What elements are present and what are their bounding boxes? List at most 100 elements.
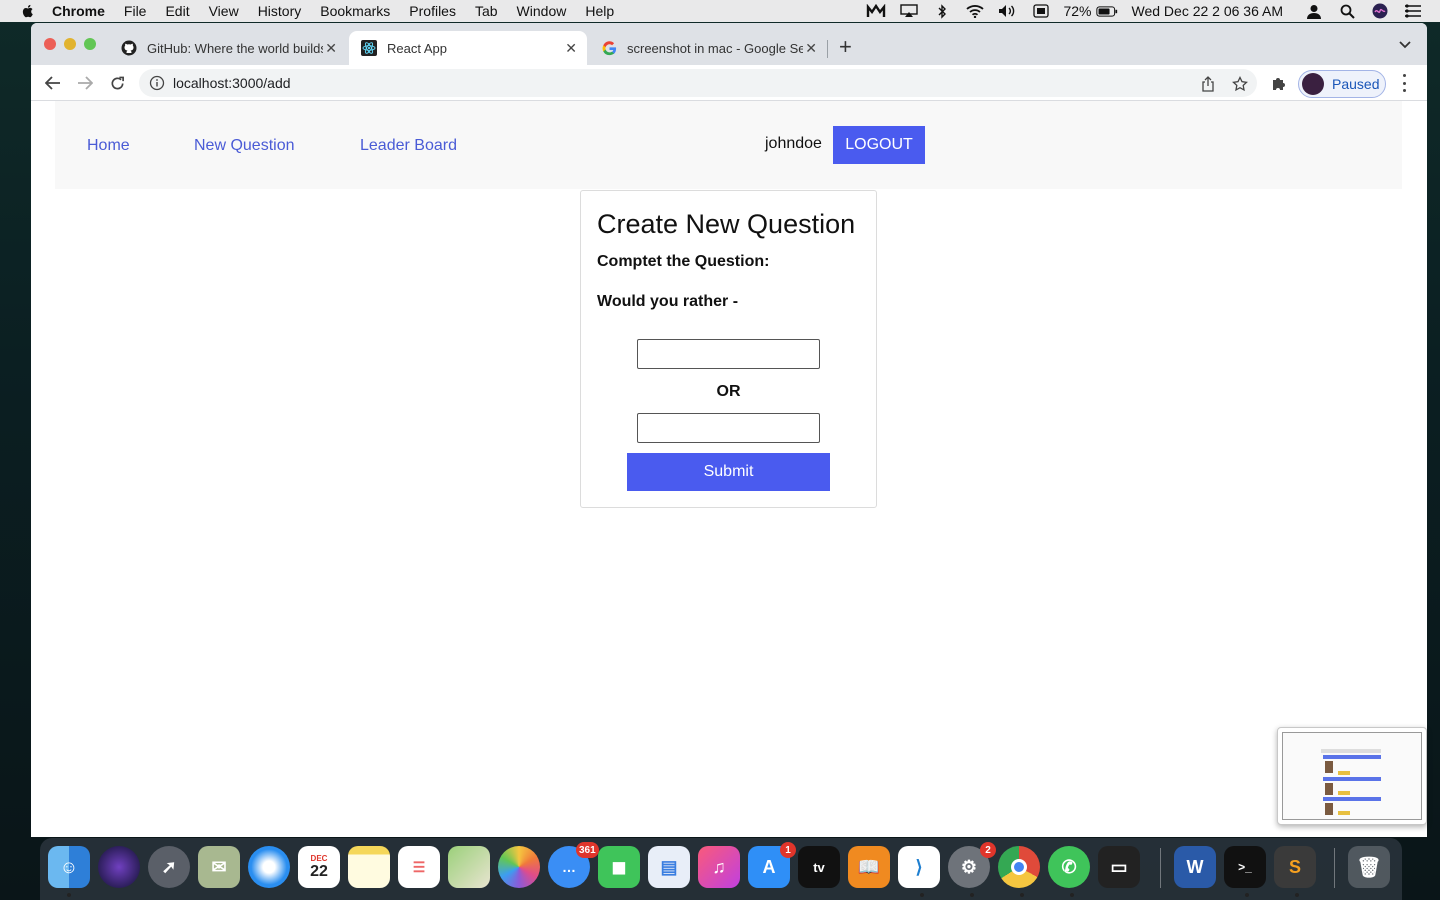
apple-logo-icon[interactable]: [20, 3, 36, 19]
browser-toolbar: localhost:3000/add Paused: [31, 65, 1427, 101]
user-icon[interactable]: [1303, 3, 1325, 19]
share-icon[interactable]: [1199, 75, 1217, 93]
google-icon: [601, 40, 617, 56]
menu-file[interactable]: File: [124, 3, 147, 19]
page-title: Create New Question: [597, 209, 856, 239]
more-menu-icon[interactable]: [1397, 74, 1411, 92]
menu-tab[interactable]: Tab: [475, 3, 498, 19]
running-indicator: [1245, 893, 1249, 897]
chrome-icon[interactable]: [998, 846, 1040, 888]
logout-button[interactable]: LOGOUT: [833, 126, 925, 164]
menu-history[interactable]: History: [258, 3, 302, 19]
mail-stamp-icon[interactable]: ✉: [198, 846, 240, 888]
profile-button[interactable]: Paused: [1298, 70, 1386, 98]
screenshot-thumbnail[interactable]: [1277, 727, 1427, 825]
macos-menu-bar: Chrome File Edit View History Bookmarks …: [0, 0, 1440, 22]
siri-icon[interactable]: [1369, 3, 1391, 19]
battery-percent: 72%: [1063, 3, 1092, 19]
keynote-icon[interactable]: ▤: [648, 846, 690, 888]
external-display-icon[interactable]: ▭: [1098, 846, 1140, 888]
react-icon: [361, 40, 377, 56]
photos-icon[interactable]: [498, 846, 540, 888]
window-controls: [44, 38, 104, 50]
close-tab-icon[interactable]: ✕: [805, 40, 817, 57]
notes-icon[interactable]: [348, 846, 390, 888]
menu-edit[interactable]: Edit: [165, 3, 189, 19]
trash-icon[interactable]: 🗑: [1348, 846, 1390, 888]
whatsapp-icon[interactable]: ✆: [1048, 846, 1090, 888]
keyboard-input-icon[interactable]: [1030, 3, 1052, 19]
volume-icon[interactable]: [997, 3, 1019, 19]
wifi-icon[interactable]: [964, 3, 986, 19]
browser-window: GitHub: Where the world builds ✕ React A…: [31, 23, 1427, 837]
facetime-icon[interactable]: ◼: [598, 846, 640, 888]
back-arrow-icon[interactable]: [43, 73, 63, 93]
close-tab-icon[interactable]: ✕: [325, 40, 337, 57]
new-question-card: Create New Question Comptet the Question…: [580, 190, 877, 508]
battery-icon[interactable]: [1095, 3, 1118, 19]
microsoft-word-icon[interactable]: W: [1174, 846, 1216, 888]
reload-icon[interactable]: [107, 73, 127, 93]
nav-leader-board-link[interactable]: Leader Board: [360, 137, 457, 155]
finder-icon[interactable]: ☺: [48, 846, 90, 888]
spotlight-search-icon[interactable]: [1336, 3, 1358, 19]
close-tab-icon[interactable]: ✕: [565, 40, 577, 57]
tab-google-search[interactable]: screenshot in mac - Google Se ✕: [589, 31, 827, 65]
dock-divider: [1334, 848, 1335, 888]
menu-window[interactable]: Window: [517, 3, 567, 19]
reminders-icon[interactable]: ☰: [398, 846, 440, 888]
extensions-puzzle-icon[interactable]: [1269, 73, 1289, 93]
menu-help[interactable]: Help: [585, 3, 614, 19]
option-one-input[interactable]: [637, 339, 820, 369]
menu-view[interactable]: View: [209, 3, 239, 19]
forward-arrow-icon[interactable]: [75, 73, 95, 93]
launchpad-rocket-icon[interactable]: ➚: [148, 846, 190, 888]
tab-github[interactable]: GitHub: Where the world builds ✕: [109, 31, 347, 65]
malwarebytes-icon[interactable]: [865, 3, 887, 19]
submit-button[interactable]: Submit: [627, 453, 830, 491]
running-indicator: [1070, 893, 1074, 897]
siri-icon[interactable]: [98, 846, 140, 888]
control-center-icon[interactable]: [1402, 3, 1424, 19]
running-indicator: [970, 893, 974, 897]
new-tab-plus-icon[interactable]: +: [839, 36, 852, 58]
system-preferences-badge: 2: [980, 842, 996, 858]
option-two-input[interactable]: [637, 413, 820, 443]
site-info-icon[interactable]: [149, 75, 165, 91]
menu-bookmarks[interactable]: Bookmarks: [320, 3, 390, 19]
apple-tv-icon[interactable]: tv: [798, 846, 840, 888]
maps-icon[interactable]: [448, 846, 490, 888]
bluetooth-icon[interactable]: [931, 3, 953, 19]
tab-divider: [827, 40, 828, 58]
itunes-music-icon[interactable]: ♫: [698, 846, 740, 888]
chevron-down-icon[interactable]: [1399, 36, 1411, 52]
nav-new-question-link[interactable]: New Question: [194, 137, 295, 155]
tab-react-app[interactable]: React App ✕: [349, 31, 587, 65]
or-separator: OR: [716, 383, 741, 400]
address-bar[interactable]: localhost:3000/add: [139, 69, 1257, 97]
running-indicator: [67, 893, 71, 897]
terminal-icon[interactable]: >_: [1224, 846, 1266, 888]
minimize-window-button[interactable]: [64, 38, 76, 50]
messages-badge: 361: [576, 842, 599, 858]
menu-clock[interactable]: Wed Dec 22 2 06 36 AM: [1132, 3, 1284, 19]
url-text[interactable]: localhost:3000/add: [173, 75, 291, 91]
bookmark-star-icon[interactable]: [1231, 75, 1249, 93]
avatar: [1302, 73, 1324, 95]
sublime-text-icon[interactable]: S: [1274, 846, 1316, 888]
vscode-icon[interactable]: ⟩: [898, 846, 940, 888]
close-window-button[interactable]: [44, 38, 56, 50]
calendar-day: 22: [310, 862, 328, 880]
menu-app-name[interactable]: Chrome: [52, 3, 105, 19]
airplay-icon[interactable]: [898, 3, 920, 19]
maximize-window-button[interactable]: [84, 38, 96, 50]
calendar-icon[interactable]: DEC 22: [298, 846, 340, 888]
tab-title: React App: [387, 40, 447, 56]
menu-profiles[interactable]: Profiles: [409, 3, 456, 19]
books-icon[interactable]: 📖: [848, 846, 890, 888]
safari-compass-icon[interactable]: [248, 846, 290, 888]
calendar-month: DEC: [310, 853, 328, 863]
nav-home-link[interactable]: Home: [87, 137, 130, 155]
would-you-rather-label: Would you rather -: [597, 293, 739, 310]
dock-divider: [1160, 848, 1161, 888]
